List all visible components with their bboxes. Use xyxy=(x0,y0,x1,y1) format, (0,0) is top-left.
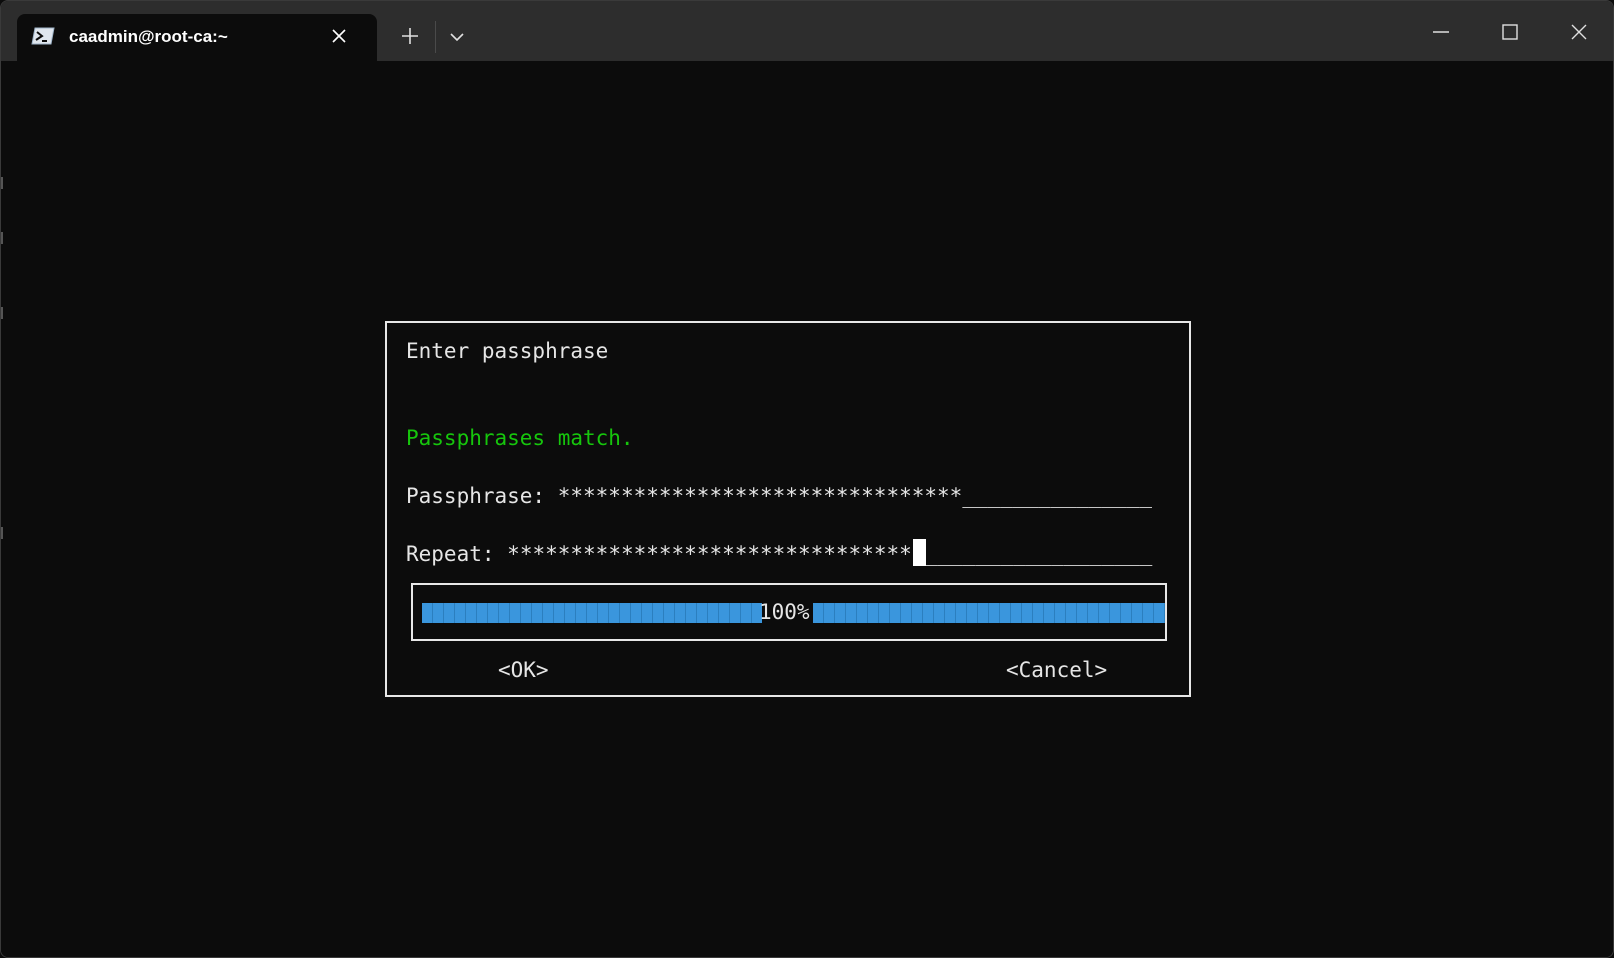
repeat-fill: __________________ xyxy=(924,542,1153,566)
tab-close-icon[interactable] xyxy=(329,26,349,46)
passphrase-label: Passphrase: xyxy=(406,484,546,508)
tab-active[interactable]: caadmin@root-ca:~ xyxy=(17,14,377,62)
passphrase-fill: _______________ xyxy=(962,484,1152,508)
passphrase-value: ******************************** xyxy=(557,484,963,508)
minimize-icon[interactable] xyxy=(1426,17,1456,47)
new-tab-plus-icon[interactable] xyxy=(397,23,423,49)
gauge-percent: 100% xyxy=(759,600,810,624)
title-bar: caadmin@root-ca:~ xyxy=(1,1,1613,62)
repeat-value: ******************************** xyxy=(507,542,912,566)
edge-artifact xyxy=(1,232,3,244)
maximize-icon[interactable] xyxy=(1495,17,1525,47)
repeat-field[interactable]: Repeat: ********************************… xyxy=(406,540,1152,568)
status-message: Passphrases match. xyxy=(406,426,634,450)
repeat-label: Repeat: xyxy=(406,542,495,566)
chevron-down-icon[interactable] xyxy=(445,25,469,49)
tab-title: caadmin@root-ca:~ xyxy=(69,27,228,46)
close-icon[interactable] xyxy=(1564,17,1594,47)
passphrase-field[interactable]: Passphrase: ****************************… xyxy=(406,482,1152,510)
dialog-title: Enter passphrase xyxy=(406,339,609,363)
cancel-button[interactable]: <Cancel> xyxy=(1006,656,1107,684)
terminal-window: caadmin@root-ca:~ Enter passphrase Passp… xyxy=(0,0,1614,958)
powershell-icon xyxy=(31,27,55,45)
edge-artifact xyxy=(1,177,3,189)
gauge-bar-left xyxy=(422,603,762,623)
text-cursor xyxy=(913,539,926,566)
edge-artifact xyxy=(1,527,3,539)
ok-button[interactable]: <OK> xyxy=(498,656,549,684)
edge-artifact xyxy=(1,307,3,319)
tab-separator xyxy=(435,21,436,53)
gauge-bar-right xyxy=(813,603,1165,623)
